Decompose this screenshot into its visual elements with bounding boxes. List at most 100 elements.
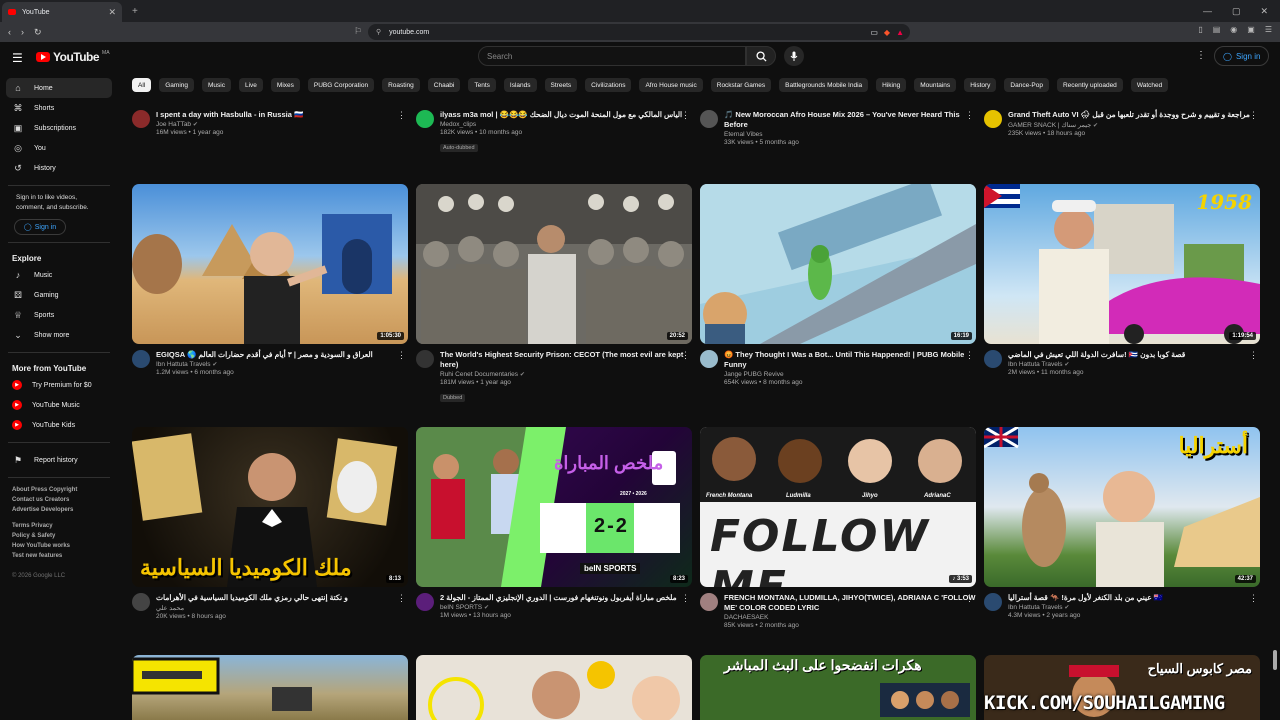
footer-links[interactable]: About Press Copyright (12, 485, 106, 495)
footer-links[interactable]: Terms Privacy (12, 521, 106, 531)
more-options-icon[interactable]: ⋮ (681, 593, 690, 604)
chip[interactable]: Music (202, 78, 231, 92)
sidebar-item-yt-kids[interactable]: ▶ YouTube Kids (6, 415, 112, 435)
reload-icon[interactable]: ↻ (34, 27, 42, 38)
footer-links[interactable]: Test new features (12, 551, 106, 561)
search-input[interactable]: Search (478, 46, 746, 66)
chip[interactable]: Chaabi (427, 78, 461, 92)
avatar[interactable] (700, 593, 718, 611)
chip[interactable]: All (132, 78, 152, 92)
window-close-icon[interactable]: ✕ (1260, 6, 1268, 17)
channel-name[interactable]: Eternal Vibes (724, 131, 976, 138)
bookmark-icon[interactable]: ⚐ (354, 26, 362, 37)
close-icon[interactable]: ✕ (108, 7, 116, 18)
sidebar-item-you[interactable]: ◎ You (6, 138, 112, 158)
footer-links[interactable]: How YouTube works (12, 541, 106, 551)
video-title[interactable]: 😡 They Thought I Was a Bot... Until This… (724, 350, 976, 370)
chip[interactable]: Afro House music (639, 78, 703, 92)
avatar[interactable] (700, 350, 718, 368)
brave-shield-icon[interactable]: ◆ (884, 28, 890, 37)
vpn-icon[interactable]: ◉ (1230, 25, 1237, 34)
voice-search-button[interactable] (784, 46, 804, 66)
channel-name[interactable]: Ibn Hattuta Travels (156, 361, 211, 368)
more-options-icon[interactable]: ⋮ (397, 593, 406, 604)
chip[interactable]: Dance-Pop (1004, 78, 1049, 92)
footer-links[interactable]: Policy & Safety (12, 531, 106, 541)
channel-name[interactable]: Joe HaTTab (156, 121, 191, 128)
signin-button[interactable]: ◯ Sign in (1214, 46, 1270, 66)
video-thumbnail[interactable]: 20:52 (416, 184, 692, 344)
chip[interactable]: Civilizations (585, 78, 632, 92)
video-title[interactable]: I spent a day with Hasbulla - in Russia … (156, 110, 408, 120)
extensions-icon[interactable]: ▤ (1213, 25, 1221, 34)
minimize-icon[interactable]: — (1203, 6, 1212, 17)
chip[interactable]: Tents (468, 78, 496, 92)
video-title[interactable]: EGIQSA 🌎 العراق و السودية و مصر | ٣ أيام… (156, 350, 408, 360)
video-title[interactable]: ملخص مباراة أيفربول ونوتنغهام فورست | ال… (440, 593, 692, 603)
avatar[interactable] (984, 110, 1002, 128)
channel-name[interactable]: Ibn Hattuta Travels (1008, 604, 1063, 611)
sidebar-item-yt-music[interactable]: ▶ YouTube Music (6, 395, 112, 415)
avatar[interactable] (984, 593, 1002, 611)
video-thumbnail[interactable]: ملك الكوميديا السياسية 8:13 (132, 427, 408, 587)
avatar[interactable] (984, 350, 1002, 368)
video-card[interactable]: ملك الكوميديا السياسية 8:13 و نكتة إنتهى… (132, 427, 408, 620)
video-card[interactable]: 1:05:30 EGIQSA 🌎 العراق و السودية و مصر … (132, 184, 408, 376)
chip[interactable]: Live (238, 78, 263, 92)
more-options-icon[interactable]: ⋮ (965, 110, 974, 121)
video-card[interactable]: 🎵 New Moroccan Afro House Mix 2026 – You… (700, 110, 976, 146)
chip[interactable]: Hiking (876, 78, 907, 92)
channel-name[interactable]: GAMER SNACK | جيمر سناك (1008, 122, 1091, 129)
channel-name[interactable]: Ruhi Cenet Documentaries (440, 371, 518, 378)
more-options-icon[interactable]: ⋮ (397, 110, 406, 121)
wallet-icon[interactable]: ▣ (1247, 25, 1255, 34)
chip[interactable]: Gaming (159, 78, 194, 92)
chip[interactable]: Mixes (270, 78, 300, 92)
video-title[interactable]: 🎵 New Moroccan Afro House Mix 2026 – You… (724, 110, 976, 130)
video-card[interactable]: 1958 1:19:54 سافرت الدولة اللي تعيش في ا… (984, 184, 1260, 376)
more-options-icon[interactable]: ⋮ (1249, 110, 1258, 121)
footer-links[interactable]: Contact us Creators (12, 495, 106, 505)
avatar[interactable] (416, 350, 434, 368)
video-thumbnail[interactable]: أستراليا 42:37 (984, 427, 1260, 587)
chip[interactable]: Watched (1130, 78, 1169, 92)
cast-icon[interactable]: ▭ (870, 28, 878, 37)
video-title[interactable]: عيني من بلد الكنغر لأول مرة! 🦘 قصة أسترا… (1008, 593, 1260, 603)
url-field[interactable]: ⚲ youtube.com ▭ ◆ ▲ (368, 24, 910, 40)
avatar[interactable] (416, 593, 434, 611)
more-options-icon[interactable]: ⋮ (965, 593, 974, 604)
avatar[interactable] (132, 350, 150, 368)
sidebar-item-home[interactable]: ⌂ Home (6, 78, 112, 98)
site-info-icon[interactable]: ⚲ (376, 28, 381, 36)
video-thumbnail[interactable]: هكرات انفضحوا على البث المباشر (700, 655, 976, 720)
avatar[interactable] (132, 593, 150, 611)
video-thumbnail[interactable]: 1958 1:19:54 (984, 184, 1260, 344)
channel-name[interactable]: DACHAESAEK (724, 614, 976, 621)
video-card[interactable]: French Montana Ludmilla Jihyo AdrianaC F… (700, 427, 976, 629)
rewards-icon[interactable]: ▲ (896, 28, 904, 37)
video-thumbnail[interactable]: 16:19 (700, 184, 976, 344)
sidebar-item-music[interactable]: ♪ Music (6, 265, 112, 285)
chip[interactable]: History (964, 78, 997, 92)
settings-kebab-icon[interactable]: ⋮ (1196, 50, 1206, 61)
more-options-icon[interactable]: ⋮ (681, 110, 690, 121)
sidebar-item-shorts[interactable]: ⌘ Shorts (6, 98, 112, 118)
video-title[interactable]: The World's Highest Security Prison: CEC… (440, 350, 692, 370)
video-title[interactable]: و نكتة إنتهى حالي رمزي ملك الكوميديا الس… (156, 593, 408, 603)
sidebar-item-sports[interactable]: ♕ Sports (6, 305, 112, 325)
sidebar-item-history[interactable]: ↺ History (6, 158, 112, 178)
channel-name[interactable]: Jange PUBG Revive (724, 371, 976, 378)
scrollbar-thumb[interactable] (1273, 650, 1277, 670)
chip[interactable]: Mountains (914, 78, 957, 92)
more-options-icon[interactable]: ⋮ (397, 350, 406, 361)
video-card[interactable]: I spent a day with Hasbulla - in Russia … (132, 110, 408, 136)
chip[interactable]: Streets (544, 78, 578, 92)
video-card[interactable]: هكرات انفضحوا على البث المباشر (700, 655, 976, 720)
chip[interactable]: Battlegrounds Mobile India (779, 78, 869, 92)
sidebar-item-show-more[interactable]: ⌄ Show more (6, 325, 112, 345)
sidebar-signin-button[interactable]: ◯ Sign in (14, 219, 66, 235)
video-title[interactable]: ilyass m3a mol | 😂😂😂 الياس المالكي مع مو… (440, 110, 692, 120)
more-options-icon[interactable]: ⋮ (1249, 593, 1258, 604)
hamburger-menu-icon[interactable]: ☰ (12, 51, 23, 65)
chip[interactable]: Islands (503, 78, 537, 92)
